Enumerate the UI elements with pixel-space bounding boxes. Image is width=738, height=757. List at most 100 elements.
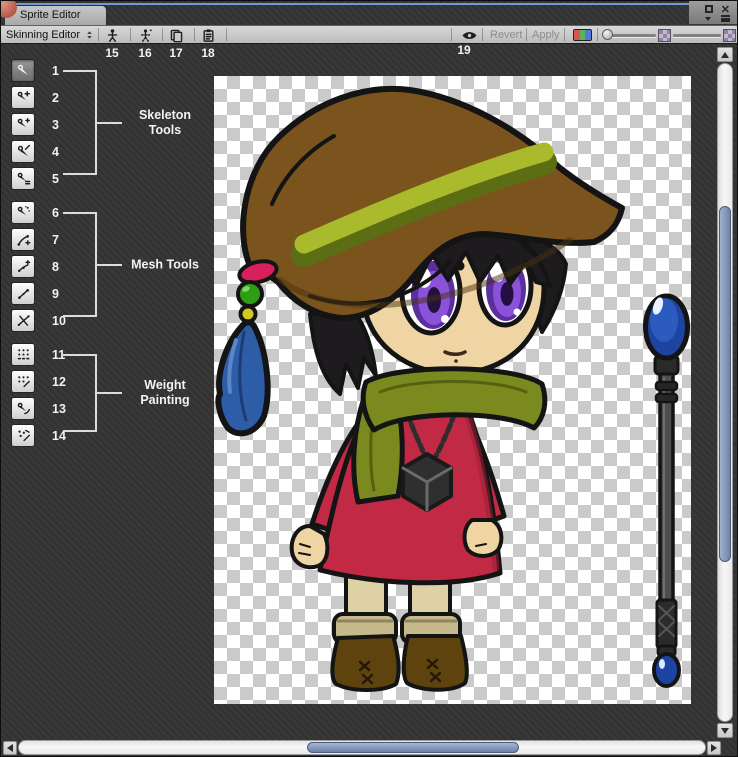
annotation-number: 16 [135, 46, 155, 60]
annotation-number: 15 [102, 46, 122, 60]
annotation-number: 18 [198, 46, 218, 60]
tool-group-label: Mesh Tools [123, 257, 207, 272]
tool-button-create-edge[interactable] [11, 282, 35, 305]
tool-group-0: 12345SkeletonTools [11, 59, 213, 190]
tool-group-1: 678910Mesh Tools [11, 201, 213, 332]
mode-dropdown[interactable]: Skinning Editor [6, 26, 94, 43]
visibility-figure-icon[interactable] [101, 27, 123, 43]
edit-joints-icon [16, 90, 31, 105]
create-bone-chain-icon [16, 117, 31, 132]
annotation-bracket [63, 212, 97, 317]
rgb-channels-icon[interactable] [573, 29, 592, 41]
eye-icon[interactable] [457, 27, 481, 43]
tool-button-create-bone[interactable] [11, 59, 35, 82]
mode-dropdown-label: Skinning Editor [6, 29, 80, 41]
tool-button-create-bone-chain[interactable] [11, 113, 35, 136]
horizontal-scrollbar[interactable] [18, 740, 706, 755]
tool-group-label-line: Weight [123, 378, 207, 393]
dotted-figure-icon[interactable] [134, 27, 156, 43]
reparent-bone-icon [16, 171, 31, 186]
bracket-tick [97, 264, 122, 266]
auto-weights-icon [16, 347, 31, 362]
tool-group-label-line: Tools [123, 123, 207, 138]
tool-button-edit-joints[interactable] [11, 86, 35, 109]
apply-button[interactable]: Apply [532, 29, 560, 41]
eye-icon [461, 27, 478, 44]
annotation-bracket [63, 70, 97, 175]
tool-group-label-line: Painting [123, 393, 207, 408]
tool-row: 6 [11, 201, 213, 224]
tool-button-split-bone[interactable] [11, 140, 35, 163]
create-edge-icon [16, 286, 31, 301]
tab-sprite-editor[interactable]: Sprite Editor [4, 5, 107, 25]
scroll-right-button[interactable] [707, 741, 721, 755]
weight-brush-icon [16, 401, 31, 416]
copy-icon [169, 28, 184, 43]
revert-button[interactable]: Revert [490, 29, 522, 41]
vertical-scroll-thumb[interactable] [719, 206, 731, 562]
arrow-left-icon [7, 744, 13, 752]
tool-button-auto-weights[interactable] [11, 343, 35, 366]
split-bone-icon [16, 144, 31, 159]
zoom-slider-knob[interactable] [602, 29, 613, 40]
tool-group-label: WeightPainting [123, 378, 207, 408]
tool-row: 7 [11, 228, 213, 251]
bracket-tick [97, 122, 122, 124]
arrow-up-icon [721, 52, 729, 58]
tool-row: 1 [11, 59, 213, 82]
alpha-checker-icon [658, 29, 671, 42]
horizontal-scroll-thumb[interactable] [307, 742, 519, 753]
toolbar: Skinning Editor Revert Apply [1, 25, 737, 44]
tool-row: 4 [11, 140, 213, 163]
create-vertex-icon [16, 259, 31, 274]
annotation-bracket [63, 354, 97, 432]
tool-row: 2 [11, 86, 213, 109]
arrow-down-icon [721, 728, 729, 734]
bracket-tick [97, 392, 122, 394]
tool-button-weight-brush[interactable] [11, 397, 35, 420]
annotation-number: 19 [454, 43, 474, 57]
window-menu-caret-icon[interactable] [705, 17, 711, 21]
titlebar: Sprite Editor ✕ [1, 1, 737, 25]
tool-button-edit-geometry[interactable] [11, 228, 35, 251]
vertical-scrollbar[interactable] [717, 63, 733, 722]
tool-group-label-line: Mesh Tools [123, 257, 207, 272]
tool-group-label-line: Skeleton [123, 108, 207, 123]
alpha-slider-track[interactable] [673, 34, 721, 37]
tool-group-label: SkeletonTools [123, 108, 207, 138]
arrow-right-icon [711, 744, 717, 752]
copy-icon[interactable] [165, 27, 187, 43]
tool-row: 5 [11, 167, 213, 190]
tool-button-reparent-bone[interactable] [11, 167, 35, 190]
create-bone-icon [16, 63, 31, 78]
legs [332, 574, 466, 690]
tool-row: 11 [11, 343, 213, 366]
tool-button-weight-slider[interactable] [11, 370, 35, 393]
split-edge-icon [16, 313, 31, 328]
tool-button-split-edge[interactable] [11, 309, 35, 332]
paste-icon [201, 28, 216, 43]
window-menu-icon[interactable] [721, 15, 730, 22]
maximize-icon[interactable] [705, 5, 713, 13]
weight-slider-icon [16, 374, 31, 389]
tool-button-bone-influence[interactable] [11, 424, 35, 447]
bone-influence-icon [16, 428, 31, 443]
scroll-up-button[interactable] [717, 47, 733, 62]
tool-row: 9 [11, 282, 213, 305]
tool-row: 10 [11, 309, 213, 332]
hat-charm [218, 258, 278, 434]
focus-accent-line [1, 3, 737, 5]
scroll-left-button[interactable] [3, 741, 17, 755]
chibi-witch-sprite [214, 76, 691, 704]
tool-button-auto-geometry[interactable] [11, 201, 35, 224]
sprite-editor-window: Sprite Editor ✕ Skinning Editor Revert [0, 0, 738, 757]
annotation-number: 17 [166, 46, 186, 60]
popup-arrows-icon [85, 29, 94, 41]
sprite-canvas[interactable] [214, 76, 691, 704]
tool-button-create-vertex[interactable] [11, 255, 35, 278]
paste-icon[interactable] [197, 27, 219, 43]
scroll-down-button[interactable] [717, 723, 733, 738]
tool-group-2: 11121314WeightPainting [11, 343, 213, 447]
alpha-checker-icon [723, 29, 736, 42]
window-controls: ✕ [689, 1, 737, 24]
